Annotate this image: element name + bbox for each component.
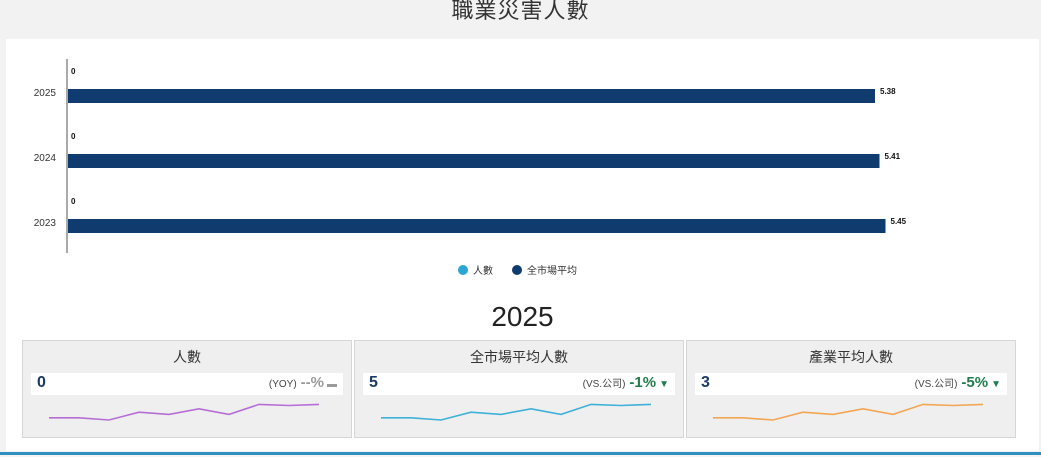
card-title: 產業平均人數	[809, 350, 893, 366]
compare-value: --%	[300, 374, 324, 391]
card-change: (VS.公司) -1% ▼	[583, 374, 669, 392]
card-people-count: 人數 0 (YOY) --% ▬	[22, 340, 352, 438]
bar-chart: 2025 0 5.38 2024 0 5.41 2023 0 5.45 人數 全市場平均	[34, 59, 907, 277]
card-change: (VS.公司) -5% ▼	[915, 374, 1001, 392]
card-value-strip: 3 (VS.公司) -5% ▼	[695, 373, 1007, 395]
card-title: 全市場平均人數	[470, 350, 568, 366]
compare-value: -5%	[961, 374, 989, 391]
sparkline-path	[381, 403, 652, 421]
card-industry-average: 產業平均人數 3 (VS.公司) -5% ▼	[686, 340, 1016, 438]
y-tick-label: 2024	[34, 153, 57, 164]
card-value-strip: 5 (VS.公司) -1% ▼	[363, 373, 675, 395]
sparkline-path	[713, 403, 984, 421]
card-value: 5	[369, 374, 378, 391]
legend-label-series-1: 人數	[473, 264, 493, 277]
y-tick-label: 2023	[34, 218, 57, 229]
flat-trend-icon: ▬	[327, 379, 337, 390]
legend-label-series-2: 全市場平均	[527, 264, 577, 277]
bar-series-2	[68, 154, 880, 168]
down-arrow-icon: ▼	[991, 379, 1001, 390]
y-tick-label: 2025	[34, 88, 57, 99]
legend-marker-series-1	[458, 265, 468, 275]
card-value: 0	[37, 374, 46, 391]
sparkline-purple-icon	[49, 403, 320, 421]
compare-label: (VS.公司)	[914, 379, 958, 390]
card-value-strip: 0 (YOY) --% ▬	[31, 373, 343, 395]
sparkline-path	[49, 403, 320, 421]
compare-value: -1%	[629, 374, 657, 391]
card-market-average: 全市場平均人數 5 (VS.公司) -1% ▼	[354, 340, 684, 438]
data-label-series-2: 5.38	[880, 87, 896, 96]
data-label-series-1: 0	[71, 67, 76, 76]
card-title: 人數	[173, 350, 201, 366]
chart-panel: 2025 0 5.38 2024 0 5.41 2023 0 5.45 人數 全市場平均 2025 …	[6, 39, 1039, 451]
compare-label: (YOY)	[268, 379, 297, 390]
data-label-series-2: 5.45	[891, 217, 907, 226]
down-arrow-icon: ▼	[659, 379, 669, 390]
card-change: (YOY) --% ▬	[269, 374, 337, 392]
data-label-series-2: 5.41	[885, 152, 901, 161]
card-value: 3	[701, 374, 710, 391]
bar-series-2	[68, 89, 875, 103]
page-title: 職業災害人數	[451, 0, 590, 24]
data-label-series-1: 0	[71, 197, 76, 206]
sparkline-blue-icon	[381, 403, 652, 421]
data-label-series-1: 0	[71, 132, 76, 141]
sparkline-orange-icon	[713, 403, 984, 421]
bottom-accent-line	[0, 452, 1041, 455]
legend-marker-series-2	[512, 265, 522, 275]
summary-year: 2025	[491, 301, 554, 332]
compare-label: (VS.公司)	[582, 379, 626, 390]
bar-series-2	[68, 219, 886, 233]
